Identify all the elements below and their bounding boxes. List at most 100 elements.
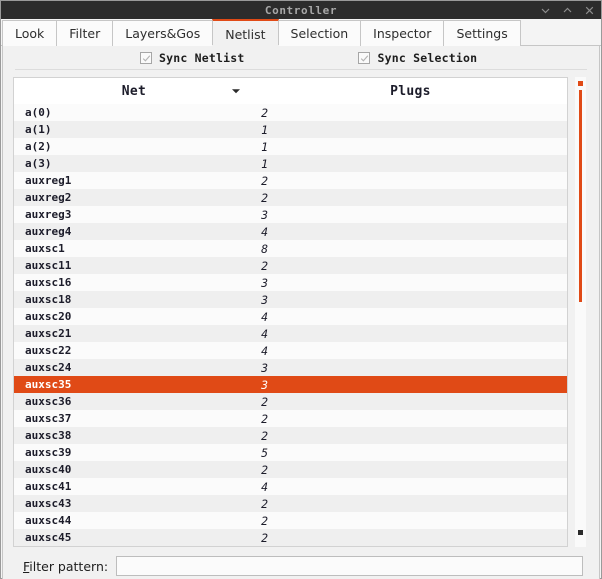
controller-window: Controller Look Filter Layers&Gos Netlis… [0,0,602,579]
window-titlebar[interactable]: Controller [1,1,601,19]
cell-plugs: 1 [261,156,268,171]
cell-net: auxsc20 [25,310,72,323]
close-button[interactable] [584,5,595,16]
cell-plugs: 2 [261,513,268,528]
filter-label-rest: ilter pattern: [29,558,109,574]
table-row[interactable]: auxsc20 4 [14,308,567,325]
cell-net: auxsc21 [25,327,72,340]
table-row[interactable]: auxsc40 2 [14,461,567,478]
table-row[interactable]: auxsc41 4 [14,478,567,495]
checkbox-checked-icon[interactable] [358,52,371,64]
cell-net: auxsc18 [25,293,72,306]
cell-plugs: 4 [261,224,268,239]
cell-net: auxsc16 [25,276,72,289]
scroll-down-arrow-icon[interactable] [578,530,583,535]
tab-look[interactable]: Look [2,20,58,46]
sync-selection-checkbox[interactable]: Sync Selection [358,51,477,65]
cell-net: auxsc45 [25,531,72,544]
table-row[interactable]: a(3) 1 [14,155,567,172]
table-row[interactable]: auxsc39 5 [14,444,567,461]
table-row[interactable]: auxsc37 2 [14,410,567,427]
sync-netlist-label: Sync Netlist [159,51,245,65]
column-header-net[interactable]: Net [14,84,254,99]
cell-net: auxsc39 [25,446,72,459]
table-row[interactable]: auxsc45 2 [14,529,567,546]
cell-net: auxsc40 [25,463,72,476]
table-row[interactable]: auxsc11 2 [14,257,567,274]
window-title: Controller [264,3,338,17]
column-header-plugs[interactable]: Plugs [254,84,567,99]
sync-netlist-checkbox[interactable]: Sync Netlist [140,51,244,65]
scroll-up-arrow-icon[interactable] [578,81,583,86]
table-row[interactable]: auxreg2 2 [14,189,567,206]
tab-label: Settings [456,26,508,41]
table-row[interactable]: auxsc44 2 [14,512,567,529]
cell-plugs: 1 [261,122,268,137]
cell-plugs: 2 [261,258,268,273]
tab-layers-gos[interactable]: Layers&Gos [112,20,214,46]
cell-plugs: 2 [261,530,268,545]
table-row[interactable]: auxsc35 3 [14,376,567,393]
cell-net: auxsc35 [25,378,72,391]
cell-net: a(0) [25,106,52,119]
tab-label: Inspector [373,26,432,41]
table-body: a(0) 2 a(1) 1 a(2) 1 a(3) 1 auxreg1 2 auxreg2 2 auxr… [14,104,567,546]
table-row[interactable]: auxsc18 3 [14,291,567,308]
tab-label: Look [15,26,45,41]
table-row[interactable]: auxsc16 3 [14,274,567,291]
filter-pattern-input[interactable] [116,556,583,576]
table-row[interactable]: auxsc1 8 [14,240,567,257]
cell-plugs: 5 [261,445,268,460]
tab-label: Filter [69,26,101,41]
table-row[interactable]: auxsc36 2 [14,393,567,410]
cell-plugs: 2 [261,394,268,409]
tab-bar: Look Filter Layers&Gos Netlist Selection… [1,19,601,47]
cell-net: a(2) [25,140,52,153]
cell-plugs: 8 [261,241,268,256]
table-row[interactable]: auxsc24 3 [14,359,567,376]
vertical-scrollbar[interactable] [571,77,589,547]
cell-net: auxsc24 [25,361,72,374]
cell-net: auxsc38 [25,429,72,442]
sync-selection-label: Sync Selection [377,51,478,65]
table-row[interactable]: auxreg4 4 [14,223,567,240]
cell-plugs: 3 [261,292,268,307]
tab-netlist[interactable]: Netlist [212,19,279,47]
tab-inspector[interactable]: Inspector [360,20,445,46]
tab-filter[interactable]: Filter [56,20,114,46]
cell-plugs: 2 [261,411,268,426]
tab-settings[interactable]: Settings [443,20,521,46]
cell-net: auxsc41 [25,480,72,493]
table-row[interactable]: a(1) 1 [14,121,567,138]
cell-net: auxsc37 [25,412,72,425]
cell-net: auxreg4 [25,225,72,238]
cell-net: auxsc1 [25,242,65,255]
cell-net: auxsc43 [25,497,72,510]
cell-plugs: 1 [261,139,268,154]
table-row[interactable]: auxreg1 2 [14,172,567,189]
tab-selection[interactable]: Selection [277,20,362,46]
cell-plugs: 3 [261,377,268,392]
checkbox-checked-icon[interactable] [140,52,152,64]
table-row[interactable]: a(2) 1 [14,138,567,155]
cell-plugs: 3 [261,360,268,375]
cell-plugs: 2 [261,190,268,205]
cell-net: auxsc36 [25,395,72,408]
table-row[interactable]: auxsc22 4 [14,342,567,359]
tab-label: Layers&Gos [125,26,201,41]
table-row[interactable]: auxsc38 2 [14,427,567,444]
table-row[interactable]: auxsc21 4 [14,325,567,342]
table-row[interactable]: a(0) 2 [14,104,567,121]
cell-plugs: 3 [261,207,268,222]
cell-plugs: 2 [261,462,268,477]
cell-plugs: 2 [261,496,268,511]
table-row[interactable]: auxsc43 2 [14,495,567,512]
scrollbar-thumb[interactable] [579,90,582,302]
minimize-button[interactable] [540,5,551,16]
table-row[interactable]: auxreg3 3 [14,206,567,223]
cell-plugs: 3 [261,275,268,290]
netlist-panel: Sync Netlist Sync Selection Net Plugs a(… [2,46,600,579]
cell-net: auxsc22 [25,344,72,357]
column-header-net-label: Net [121,83,147,99]
maximize-button[interactable] [562,5,573,16]
